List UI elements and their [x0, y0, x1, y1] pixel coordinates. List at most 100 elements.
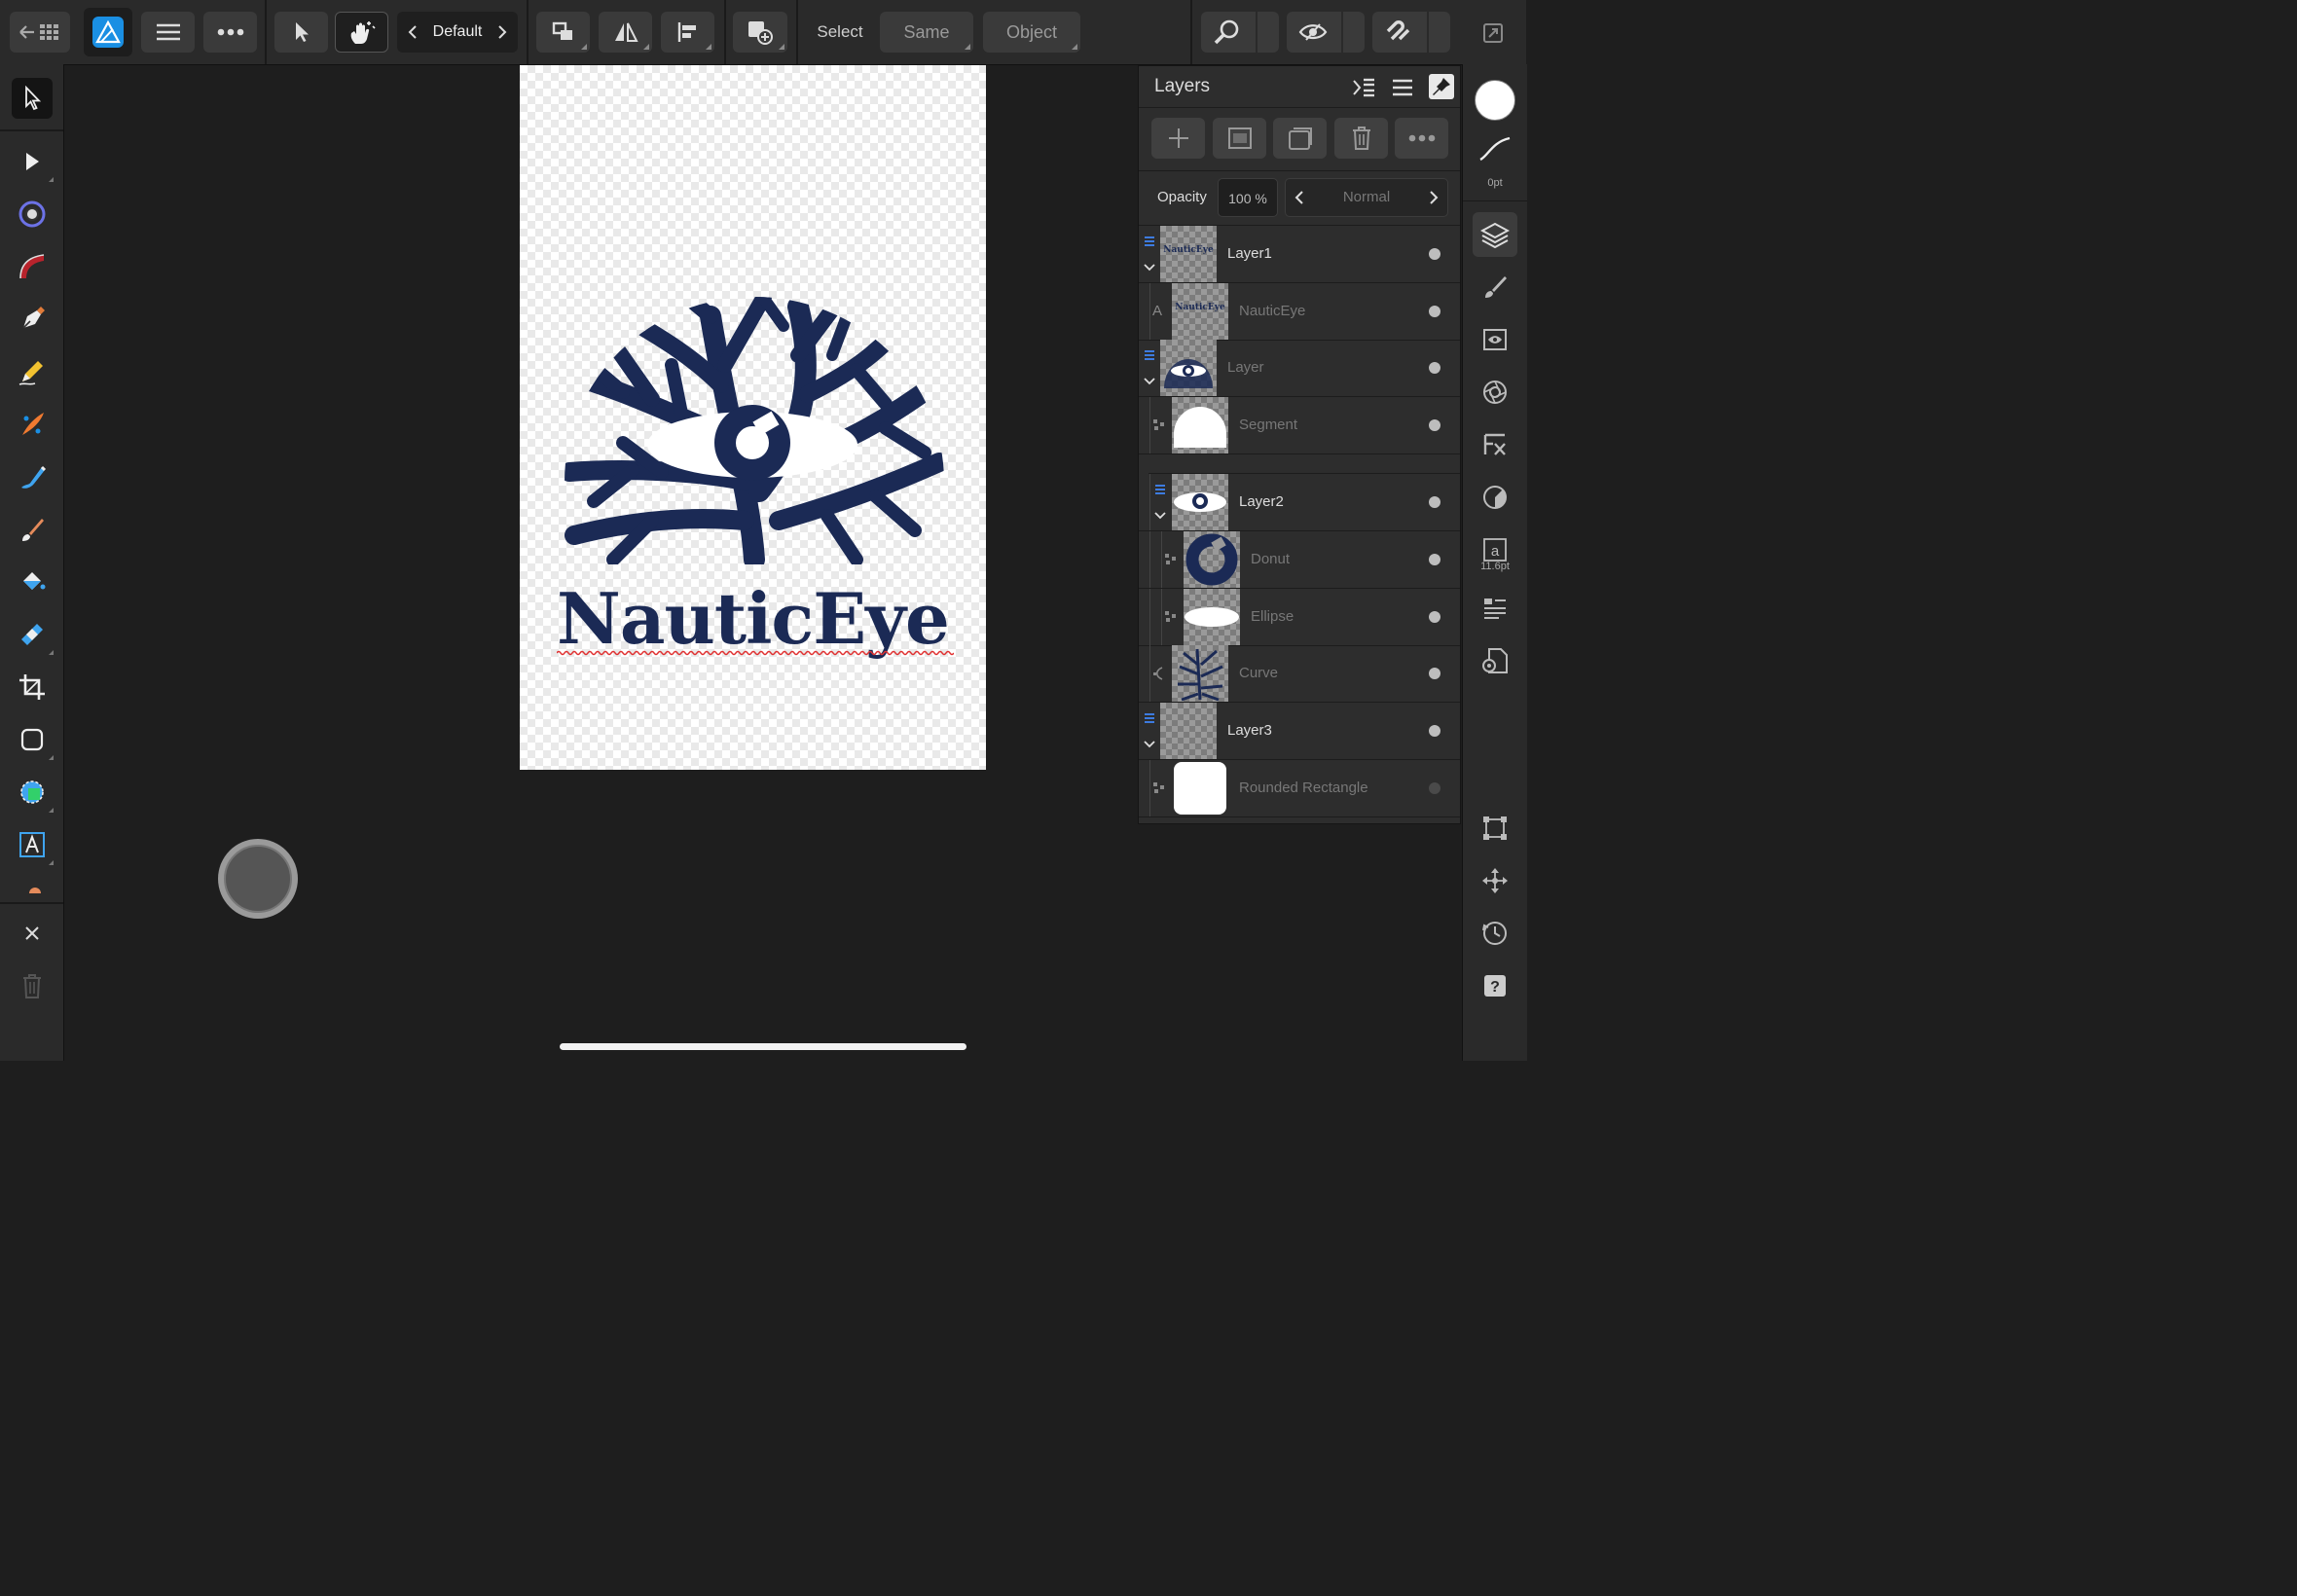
vector-brush-tool[interactable]: [12, 404, 53, 445]
chevron-down-icon[interactable]: [1143, 263, 1156, 272]
shape-tool[interactable]: [12, 772, 54, 813]
shape-icon: [1153, 782, 1164, 793]
layer-row-layer1[interactable]: NauticEye Layer1: [1139, 226, 1460, 283]
brushes-studio-button[interactable]: [1473, 265, 1517, 309]
trash-icon: [23, 974, 41, 998]
document-settings-button[interactable]: [1473, 638, 1517, 683]
paragraph-studio-button[interactable]: [1473, 586, 1517, 631]
visibility-toggle[interactable]: [1429, 419, 1440, 431]
delete-layer-button[interactable]: [1334, 118, 1388, 159]
appearance-studio-button[interactable]: [1473, 317, 1517, 362]
add-mask-button[interactable]: [1213, 118, 1266, 159]
stroke-button[interactable]: [1477, 134, 1513, 163]
layer-row-layer[interactable]: Layer: [1139, 340, 1460, 397]
help-button[interactable]: ?: [1473, 963, 1517, 1008]
transparency-studio-button[interactable]: [1473, 475, 1517, 520]
visibility-toggle[interactable]: [1429, 725, 1440, 737]
visibility-toggle[interactable]: [1429, 362, 1440, 374]
layers-studio-button[interactable]: [1473, 212, 1517, 257]
hand-tool-button[interactable]: [335, 12, 388, 53]
corner-tool[interactable]: [12, 194, 53, 235]
fill-tool[interactable]: [12, 456, 53, 497]
pen-tool[interactable]: [12, 299, 53, 340]
flip-button[interactable]: [599, 12, 652, 53]
layer-name: Segment: [1239, 417, 1298, 433]
toolbar-divider: [1190, 0, 1192, 64]
fullscreen-button[interactable]: [1474, 14, 1513, 53]
effects-studio-button[interactable]: [1473, 422, 1517, 467]
close-button[interactable]: [12, 913, 53, 954]
visibility-toggle[interactable]: [1429, 496, 1440, 508]
fullscreen-icon: [1483, 23, 1503, 43]
crop-tool[interactable]: [12, 667, 53, 707]
node-tool[interactable]: [12, 141, 54, 182]
layer-row-layer2[interactable]: Layer2: [1139, 474, 1460, 531]
blend-mode-selector[interactable]: Normal: [1285, 178, 1448, 217]
history-studio-button[interactable]: [1473, 911, 1517, 956]
layer-row-ellipse[interactable]: Ellipse: [1139, 589, 1460, 646]
move-tool-button[interactable]: [274, 12, 328, 53]
transform-studio-button[interactable]: [1473, 806, 1517, 851]
arrange-button[interactable]: [536, 12, 590, 53]
command-controller[interactable]: [218, 839, 298, 919]
panel-menu-button[interactable]: [1390, 76, 1415, 99]
align-button[interactable]: [661, 12, 714, 53]
logo-text[interactable]: NauticEye: [557, 580, 956, 658]
more-menu-button[interactable]: [203, 12, 257, 53]
svg-text:?: ?: [1490, 979, 1500, 996]
pencil-tool[interactable]: [12, 351, 53, 392]
gradient-tool[interactable]: [12, 614, 54, 655]
delete-button[interactable]: [12, 965, 53, 1006]
select-object-button[interactable]: Object: [983, 12, 1080, 53]
layer-row-layer3[interactable]: Layer3: [1139, 703, 1460, 760]
visibility-toggle[interactable]: [1429, 611, 1440, 623]
transparency-tool[interactable]: [12, 562, 53, 602]
hamburger-icon: [1393, 79, 1412, 96]
view-zoom-button[interactable]: [1201, 12, 1279, 53]
stroke-curve-icon: [1479, 136, 1511, 162]
rectangle-tool[interactable]: [12, 719, 54, 760]
chevron-down-icon[interactable]: [1143, 740, 1156, 749]
mask-icon: [1227, 127, 1252, 149]
chevron-down-icon[interactable]: [1143, 377, 1156, 386]
layer-name: NauticEye: [1239, 303, 1306, 319]
move-tool[interactable]: [12, 78, 53, 119]
visibility-toggle[interactable]: [1429, 782, 1440, 794]
designer-persona-button[interactable]: [84, 8, 132, 56]
layer-row-donut[interactable]: Donut: [1139, 531, 1460, 589]
navigator-studio-button[interactable]: [1473, 858, 1517, 903]
color-studio-button[interactable]: [1473, 370, 1517, 415]
visibility-toggle[interactable]: [1429, 554, 1440, 565]
snapping-button[interactable]: [1372, 12, 1450, 53]
document-menu-button[interactable]: [141, 12, 195, 53]
fill-color-swatch[interactable]: [1475, 80, 1515, 121]
layer-row-rounded-rectangle[interactable]: Rounded Rectangle: [1139, 760, 1460, 817]
visibility-toggle[interactable]: [1429, 668, 1440, 679]
visibility-toggle[interactable]: [1429, 306, 1440, 317]
curve-icon: [1153, 667, 1163, 680]
visibility-toggle[interactable]: [1429, 248, 1440, 260]
view-mode-button[interactable]: [1287, 12, 1365, 53]
select-same-button[interactable]: Same: [880, 12, 973, 53]
pin-panel-button[interactable]: [1429, 74, 1454, 99]
coral-eye-logo[interactable]: [565, 297, 944, 564]
insert-button[interactable]: [733, 12, 787, 53]
gallery-back-button[interactable]: [10, 12, 70, 53]
panel-options-button[interactable]: [1351, 76, 1376, 99]
font-size-label: 11.6pt: [1480, 561, 1510, 572]
chevron-down-icon[interactable]: [1153, 511, 1167, 521]
add-adjustment-button[interactable]: [1273, 118, 1327, 159]
trash-icon: [1352, 127, 1370, 150]
add-layer-button[interactable]: [1151, 118, 1205, 159]
layers-panel: Layers Opacity 100 % Normal NauticEye La: [1138, 65, 1461, 824]
pencil-curve-tool[interactable]: [12, 246, 53, 287]
paint-brush-tool[interactable]: [12, 509, 53, 550]
preset-selector[interactable]: Default: [397, 12, 518, 53]
artistic-text-tool[interactable]: [12, 824, 54, 865]
layer-row-segment[interactable]: Segment: [1139, 397, 1460, 454]
opacity-field[interactable]: 100 %: [1218, 178, 1278, 217]
layer-stack-icon: [1145, 236, 1154, 246]
layer-row-curve[interactable]: Curve: [1139, 645, 1460, 703]
layer-row-nauticeye[interactable]: A NauticEye NauticEye: [1139, 283, 1460, 341]
layer-more-button[interactable]: [1395, 118, 1448, 159]
